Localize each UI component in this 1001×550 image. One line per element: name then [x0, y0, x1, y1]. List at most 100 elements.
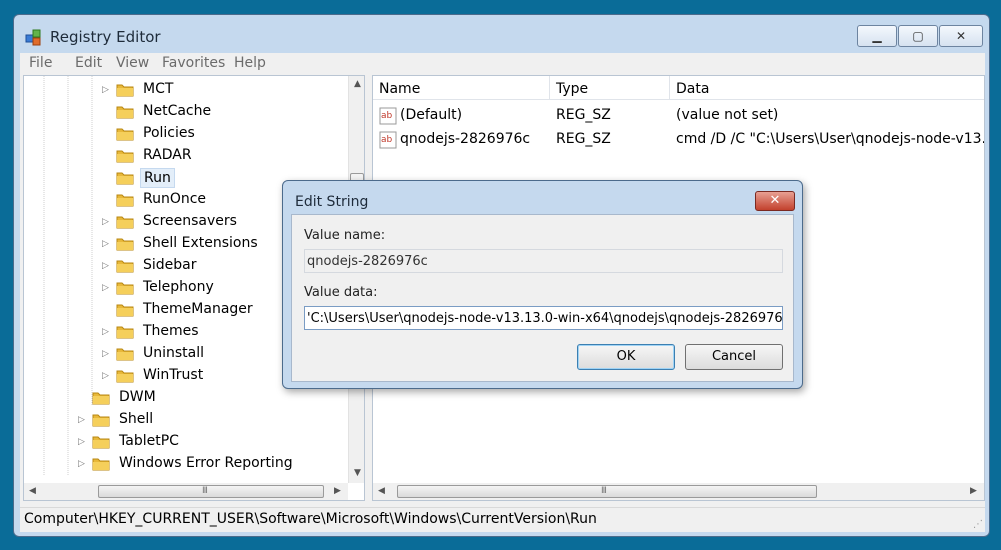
- maximize-icon: ▢: [912, 29, 924, 43]
- menu-help[interactable]: Help: [234, 55, 266, 71]
- folder-icon: [116, 82, 134, 97]
- tree-item-label: Shell: [119, 411, 154, 427]
- dialog-body: Value name: qnodejs-2826976c Value data:…: [291, 214, 794, 382]
- status-path: Computer\HKEY_CURRENT_USER\Software\Micr…: [24, 511, 597, 527]
- cancel-button[interactable]: Cancel: [685, 344, 783, 370]
- expand-icon[interactable]: ▷: [78, 437, 88, 447]
- list-item[interactable]: ab (Default) REG_SZ (value not set): [373, 104, 984, 128]
- scroll-down-icon[interactable]: ▼: [349, 465, 364, 482]
- value-type: REG_SZ: [556, 107, 611, 123]
- folder-icon: [116, 192, 134, 207]
- expand-icon[interactable]: ▷: [102, 85, 112, 95]
- dialog-close-button[interactable]: ✕: [755, 191, 795, 211]
- value-type: REG_SZ: [556, 131, 611, 147]
- tree-horizontal-thumb[interactable]: III: [98, 485, 324, 498]
- menu-file[interactable]: File: [29, 55, 52, 71]
- title-bar[interactable]: Registry Editor ▁ ▢ ✕: [14, 15, 989, 53]
- value-name-label: Value name:: [304, 228, 386, 243]
- minimize-button[interactable]: ▁: [857, 25, 897, 47]
- value-data: cmd /D /C "C:\Users\User\qnodejs-node-v1…: [676, 131, 985, 147]
- svg-text:ab: ab: [381, 135, 393, 145]
- tree-item-label: Run: [140, 168, 175, 188]
- value-name: (Default): [400, 107, 463, 123]
- status-bar: Computer\HKEY_CURRENT_USER\Software\Micr…: [20, 507, 985, 532]
- edit-string-dialog: Edit String ✕ Value name: qnodejs-282697…: [282, 180, 803, 389]
- tree-item-label: Telephony: [143, 279, 214, 295]
- menu-view[interactable]: View: [116, 55, 149, 71]
- dialog-title: Edit String: [295, 194, 369, 210]
- tree-item-label: Themes: [143, 323, 199, 339]
- ok-button[interactable]: OK: [577, 344, 675, 370]
- value-data-input[interactable]: 'C:\Users\User\qnodejs-node-v13.13.0-win…: [304, 306, 783, 330]
- close-button[interactable]: ✕: [939, 25, 983, 47]
- scroll-left-icon[interactable]: ◀: [373, 483, 390, 500]
- tree-item-label: ThemeManager: [143, 301, 253, 317]
- folder-icon: [116, 258, 134, 273]
- expand-icon[interactable]: ▷: [78, 415, 88, 425]
- string-value-icon: ab: [379, 107, 397, 125]
- maximize-button[interactable]: ▢: [898, 25, 938, 47]
- menu-bar: File Edit View Favorites Help: [20, 53, 985, 75]
- folder-icon: [116, 214, 134, 229]
- list-horizontal-thumb[interactable]: III: [397, 485, 817, 498]
- expand-icon[interactable]: ▷: [102, 217, 112, 227]
- tree-item-label: MCT: [143, 81, 174, 97]
- folder-icon: [116, 170, 134, 185]
- expand-icon[interactable]: ▷: [102, 371, 112, 381]
- tree-item-label: Windows Error Reporting: [119, 455, 293, 471]
- expand-icon[interactable]: ▷: [102, 349, 112, 359]
- expand-icon[interactable]: ▷: [102, 239, 112, 249]
- scroll-left-icon[interactable]: ◀: [24, 483, 41, 500]
- tree-item-label: NetCache: [143, 103, 212, 119]
- list-item[interactable]: ab qnodejs-2826976c REG_SZ cmd /D /C "C:…: [373, 128, 984, 152]
- string-value-icon: ab: [379, 131, 397, 149]
- folder-icon: [92, 412, 110, 427]
- folder-icon: [116, 148, 134, 163]
- svg-text:ab: ab: [381, 111, 393, 121]
- expand-icon[interactable]: ▷: [78, 459, 88, 469]
- tree-item-label: TabletPC: [119, 433, 179, 449]
- column-header-type[interactable]: Type: [550, 76, 670, 100]
- folder-icon: [92, 456, 110, 471]
- tree-item-label: RADAR: [143, 147, 192, 163]
- expand-icon[interactable]: ▷: [102, 283, 112, 293]
- expand-icon[interactable]: ▷: [102, 261, 112, 271]
- folder-icon: [116, 104, 134, 119]
- scroll-right-icon[interactable]: ▶: [329, 483, 346, 500]
- folder-icon: [116, 280, 134, 295]
- scroll-up-icon[interactable]: ▲: [349, 76, 364, 93]
- tree-item-label: Sidebar: [143, 257, 197, 273]
- value-name-field: qnodejs-2826976c: [304, 249, 783, 273]
- resize-grip-icon[interactable]: ⋰: [973, 519, 983, 530]
- minimize-icon: ▁: [872, 29, 882, 43]
- tree-item-label: DWM: [119, 389, 156, 405]
- menu-edit[interactable]: Edit: [75, 55, 102, 71]
- list-horizontal-scrollbar[interactable]: ◀ III ▶: [373, 483, 984, 500]
- value-name: qnodejs-2826976c: [400, 131, 531, 147]
- tree-item-label: Screensavers: [143, 213, 237, 229]
- folder-icon: [116, 236, 134, 251]
- thumb-grip-icon: III: [601, 486, 607, 496]
- scroll-right-icon[interactable]: ▶: [965, 483, 982, 500]
- folder-icon: [116, 324, 134, 339]
- tree-item-label: Policies: [143, 125, 195, 141]
- folder-icon: [92, 390, 110, 405]
- column-header-name[interactable]: Name: [373, 76, 550, 100]
- column-header-data[interactable]: Data: [670, 76, 984, 100]
- registry-editor-icon: [25, 29, 41, 46]
- folder-icon: [116, 302, 134, 317]
- folder-icon: [92, 434, 110, 449]
- tree-item-label: Shell Extensions: [143, 235, 258, 251]
- menu-favorites[interactable]: Favorites: [162, 55, 225, 71]
- value-data-label: Value data:: [304, 285, 378, 300]
- expand-icon[interactable]: ▷: [102, 327, 112, 337]
- value-data: (value not set): [676, 107, 779, 123]
- tree-horizontal-scrollbar[interactable]: ◀ III ▶: [24, 483, 348, 500]
- thumb-grip-icon: III: [202, 486, 208, 496]
- window-title: Registry Editor: [50, 28, 161, 46]
- folder-icon: [116, 126, 134, 141]
- tree-item-label: RunOnce: [143, 191, 207, 207]
- folder-icon: [116, 346, 134, 361]
- tree-item-label: WinTrust: [143, 367, 204, 383]
- close-icon: ✕: [955, 29, 967, 43]
